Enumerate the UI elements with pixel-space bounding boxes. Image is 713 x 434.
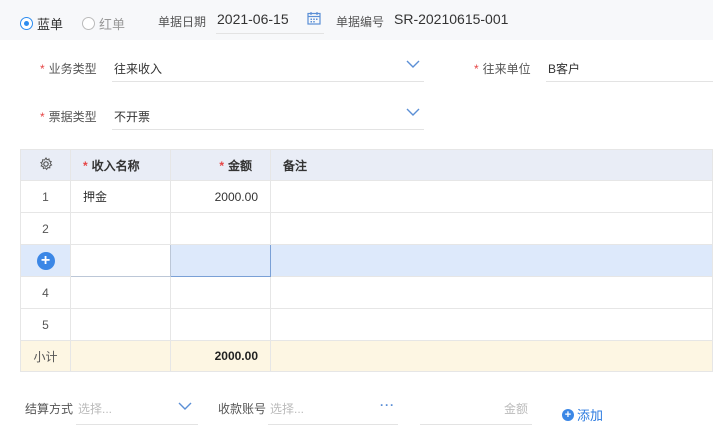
gear-icon[interactable] <box>39 156 53 171</box>
date-underline <box>216 33 324 34</box>
chevron-down-icon[interactable] <box>178 401 192 411</box>
amount-underline <box>420 424 532 425</box>
subtotal-note <box>270 340 713 372</box>
income-name-cell[interactable]: 押金 <box>70 180 171 213</box>
document-header-bar: 蓝单 红单 单据日期 2021-06-15 单据编号 SR-20210615-0… <box>0 0 713 40</box>
settlement-method-label: 结算方式 <box>25 402 74 416</box>
account-label: 收款账号 <box>218 402 267 416</box>
table-row[interactable]: 4 <box>20 276 713 309</box>
chevron-down-icon[interactable] <box>406 107 420 117</box>
income-name-cell[interactable] <box>70 276 171 309</box>
required-mark: * <box>474 62 479 76</box>
income-name-editor[interactable] <box>70 244 171 277</box>
amount-cell[interactable] <box>170 276 271 309</box>
required-mark: * <box>83 158 88 173</box>
income-name-cell[interactable] <box>70 308 171 341</box>
amount-header: 金额 <box>227 158 252 173</box>
date-label: 单据日期 <box>158 15 207 29</box>
account-underline <box>268 424 398 425</box>
partner-underline <box>546 81 713 82</box>
table-row-active[interactable]: + <box>20 244 713 277</box>
subtotal-label: 小计 <box>20 340 71 372</box>
income-name-cell[interactable] <box>70 212 171 245</box>
settlement-method-underline <box>76 424 198 425</box>
note-cell[interactable] <box>270 308 713 341</box>
income-name-header: 收入名称 <box>91 158 140 173</box>
calendar-icon[interactable] <box>307 11 321 25</box>
amount-cell[interactable] <box>170 212 271 245</box>
partner-label: * 往来单位 <box>474 60 531 77</box>
column-note: 备注 <box>270 149 713 181</box>
table-row[interactable]: 5 <box>20 308 713 341</box>
partner-input[interactable]: B客户 <box>548 60 580 77</box>
row-index: 1 <box>20 180 71 213</box>
invoice-type-select[interactable]: 不开票 <box>114 108 150 125</box>
add-settlement-button[interactable]: + 添加 <box>562 405 603 424</box>
invoice-type-underline <box>112 129 424 130</box>
income-detail-table: * 收入名称 * 金额 备注 1 押金 2000.00 2 + 4 5 小计 2… <box>20 149 713 372</box>
subtotal-empty <box>70 340 171 372</box>
blue-invoice-radio[interactable]: 蓝单 <box>20 14 63 33</box>
account-select[interactable]: 选择... <box>270 400 304 417</box>
row-index: 4 <box>20 276 71 309</box>
partner-label-text: 往来单位 <box>482 62 531 76</box>
note-cell[interactable] <box>270 212 713 245</box>
column-amount: * 金额 <box>170 149 271 181</box>
note-cell[interactable] <box>270 244 713 277</box>
row-index: 2 <box>20 212 71 245</box>
red-invoice-label: 红单 <box>99 17 126 32</box>
number-label: 单据编号 <box>336 15 385 29</box>
required-mark: * <box>40 110 45 124</box>
table-header-row: * 收入名称 * 金额 备注 <box>20 149 713 181</box>
chevron-down-icon[interactable] <box>406 59 420 69</box>
required-mark: * <box>219 158 224 173</box>
amount-cell[interactable]: 2000.00 <box>170 180 271 213</box>
date-input[interactable]: 2021-06-15 <box>217 11 289 27</box>
table-row[interactable]: 2 <box>20 212 713 245</box>
plus-circle-icon: + <box>562 408 574 421</box>
invoice-type-label-text: 票据类型 <box>48 110 97 124</box>
add-row-icon[interactable]: + <box>36 251 55 270</box>
add-row-cell[interactable]: + <box>20 244 71 277</box>
settlement-method-select[interactable]: 选择... <box>78 400 112 417</box>
red-invoice-radio[interactable]: 红单 <box>82 14 125 33</box>
business-type-label-text: 业务类型 <box>48 62 97 76</box>
row-index: 5 <box>20 308 71 341</box>
amount-editor[interactable] <box>170 244 271 277</box>
document-number: SR-20210615-001 <box>394 11 509 27</box>
business-type-label: * 业务类型 <box>40 60 97 77</box>
more-icon[interactable]: ··· <box>380 398 395 412</box>
invoice-type-label: * 票据类型 <box>40 108 97 125</box>
subtotal-row: 小计 2000.00 <box>20 340 713 372</box>
radio-unchecked-icon <box>82 17 95 30</box>
required-mark: * <box>40 62 45 76</box>
business-type-select[interactable]: 往来收入 <box>114 60 162 77</box>
amount-cell[interactable] <box>170 308 271 341</box>
blue-invoice-label: 蓝单 <box>37 17 64 32</box>
note-cell[interactable] <box>270 276 713 309</box>
table-row[interactable]: 1 押金 2000.00 <box>20 180 713 213</box>
note-cell[interactable] <box>270 180 713 213</box>
column-income-name: * 收入名称 <box>70 149 171 181</box>
radio-checked-icon <box>20 17 33 30</box>
business-type-underline <box>112 81 424 82</box>
subtotal-amount: 2000.00 <box>170 340 271 372</box>
amount-input[interactable]: 金额 <box>504 400 528 417</box>
add-label: 添加 <box>577 408 604 423</box>
column-settings[interactable] <box>20 149 71 181</box>
